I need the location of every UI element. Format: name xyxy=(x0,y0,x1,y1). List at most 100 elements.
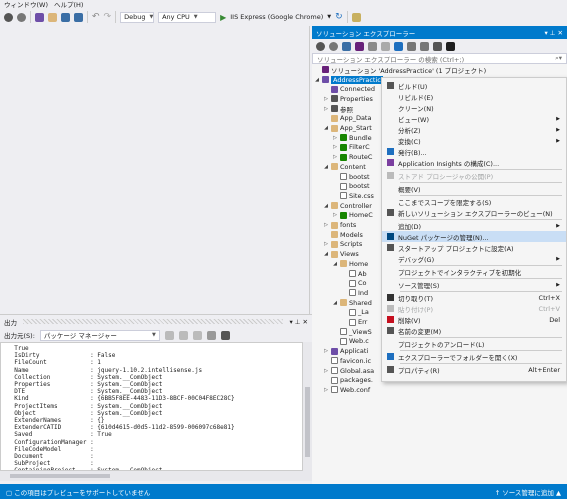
sync-icon[interactable] xyxy=(381,41,390,51)
properties-icon[interactable] xyxy=(433,41,442,51)
tree-item[interactable]: ▷ Bundle xyxy=(332,133,372,143)
new-project-icon[interactable] xyxy=(35,12,44,22)
context-menu-item[interactable]: NuGet パッケージの管理(N)... xyxy=(382,231,566,242)
refresh-icon[interactable]: ↻ xyxy=(335,12,343,22)
pending-changes-icon[interactable] xyxy=(368,41,377,51)
context-menu-item[interactable]: デバッグ(G) ▶ xyxy=(382,253,566,264)
tree-item[interactable]: Ab xyxy=(341,269,367,279)
context-menu-item[interactable]: 概要(V) xyxy=(382,183,566,194)
context-menu-item[interactable]: ストアド プロシージャの公開(P) xyxy=(382,170,566,181)
collapse-arrow-icon[interactable]: ◢ xyxy=(323,164,329,170)
tree-item[interactable]: Err xyxy=(341,317,367,327)
scroll-thumb[interactable] xyxy=(305,387,310,457)
pin-icon[interactable]: ⊥ xyxy=(295,318,301,326)
tree-item[interactable]: ▷ HomeC xyxy=(332,211,373,221)
tree-item[interactable]: ▷ Global.asa xyxy=(323,366,374,376)
save-all-icon[interactable] xyxy=(74,12,83,22)
tree-item[interactable]: App_Data xyxy=(323,114,371,124)
tree-item[interactable]: packages. xyxy=(323,375,373,385)
context-menu-item[interactable]: 名前の変更(M) xyxy=(382,325,566,336)
tree-item[interactable]: ▷ RouteC xyxy=(332,152,372,162)
context-menu-item[interactable]: エクスプローラーでフォルダーを開く(X) xyxy=(382,351,566,362)
expand-arrow-icon[interactable]: ▷ xyxy=(332,154,338,160)
back-icon[interactable] xyxy=(316,41,325,51)
context-menu-item[interactable]: 追加(D) ▶ xyxy=(382,220,566,231)
collapse-arrow-icon[interactable]: ◢ xyxy=(323,125,329,131)
expand-arrow-icon[interactable]: ▷ xyxy=(332,212,338,218)
context-menu-item[interactable]: 分析(Z) ▶ xyxy=(382,124,566,135)
collapse-arrow-icon[interactable]: ◢ xyxy=(323,203,329,209)
tree-item[interactable]: ▷ Properties xyxy=(323,94,373,104)
context-menu-item[interactable]: 貼り付け(P) Ctrl+V xyxy=(382,303,566,314)
context-menu-item[interactable]: 発行(B)... xyxy=(382,146,566,157)
expand-arrow-icon[interactable]: ▷ xyxy=(323,96,329,102)
tree-item[interactable]: ソリューション 'AddressPractice' (1 プロジェクト) xyxy=(314,65,486,75)
output-source-dropdown[interactable]: パッケージ マネージャー ▼ xyxy=(39,329,160,341)
collapse-arrow-icon[interactable]: ◢ xyxy=(332,300,338,306)
context-menu-item[interactable]: 変換(C) ▶ xyxy=(382,135,566,146)
expand-arrow-icon[interactable]: ▷ xyxy=(332,144,338,150)
tree-item[interactable]: ▷ FilterC xyxy=(332,143,370,153)
tree-item[interactable]: ◢ Content xyxy=(323,162,366,172)
tree-item[interactable]: ◢ Controller xyxy=(323,201,372,211)
dropdown-icon[interactable]: ▾ xyxy=(544,29,547,37)
tree-item[interactable]: ▷ 参照 xyxy=(323,104,353,114)
pin-icon[interactable]: ⊥ xyxy=(550,29,556,37)
redo-icon[interactable]: ↷ xyxy=(104,12,112,22)
context-menu-item[interactable]: ここまでスコープを限定する(S) xyxy=(382,196,566,207)
tree-item[interactable]: ▷ Applicati xyxy=(323,346,368,356)
find-message-icon[interactable] xyxy=(164,330,174,340)
tree-item[interactable]: Site.css xyxy=(332,191,374,201)
tree-item[interactable]: ◢ Views xyxy=(323,249,359,259)
platform-dropdown[interactable]: Any CPU ▼ xyxy=(158,11,217,23)
context-menu-item[interactable]: ソース管理(S) ▶ xyxy=(382,279,566,290)
tree-item[interactable]: Connected xyxy=(323,84,375,94)
forward-icon[interactable] xyxy=(17,12,26,22)
expand-arrow-icon[interactable]: ▷ xyxy=(323,106,329,112)
context-menu-item[interactable]: リビルド(E) xyxy=(382,91,566,102)
tree-item[interactable]: ▷ Web.conf xyxy=(323,385,370,395)
config-dropdown[interactable]: Debug ▼ xyxy=(120,11,155,23)
dropdown-icon[interactable]: ▾ xyxy=(289,318,292,326)
tree-item[interactable]: ◢ Shared xyxy=(332,298,372,308)
run-target-label[interactable]: IIS Express (Google Chrome) xyxy=(230,13,323,21)
clear-all-icon[interactable] xyxy=(206,330,216,340)
output-vertical-scrollbar[interactable] xyxy=(303,342,312,471)
back-icon[interactable] xyxy=(4,12,13,22)
tree-item[interactable]: Web.c xyxy=(332,337,369,347)
context-menu-item[interactable]: スタートアップ プロジェクトに設定(A) xyxy=(382,242,566,253)
tree-item[interactable]: Co xyxy=(341,278,367,288)
output-horizontal-scrollbar[interactable] xyxy=(0,471,312,481)
tree-item[interactable]: ◢ AddressPractic xyxy=(314,75,383,85)
next-message-icon[interactable] xyxy=(192,330,202,340)
forward-icon[interactable] xyxy=(329,41,338,51)
tree-item[interactable]: ◢ Home xyxy=(332,259,368,269)
scroll-thumb[interactable] xyxy=(10,474,110,478)
output-text[interactable]: True IsDirty : False FileCount : 1 Name … xyxy=(0,342,303,471)
context-menu-item[interactable]: 新しいソリューション エクスプローラーのビュー(N) xyxy=(382,207,566,218)
undo-icon[interactable]: ↶ xyxy=(92,12,100,22)
expand-arrow-icon[interactable]: ▷ xyxy=(323,348,329,354)
tree-item[interactable]: _ViewS xyxy=(332,327,372,337)
prev-message-icon[interactable] xyxy=(178,330,188,340)
save-icon[interactable] xyxy=(61,12,70,22)
context-menu-item[interactable]: プロパティ(R) Alt+Enter xyxy=(382,364,566,375)
chevron-down-icon[interactable]: ▼ xyxy=(327,14,331,20)
expand-arrow-icon[interactable]: ▷ xyxy=(323,368,329,374)
context-menu-item[interactable]: ビュー(W) ▶ xyxy=(382,113,566,124)
collapse-all-icon[interactable] xyxy=(407,41,416,51)
title-grip[interactable] xyxy=(23,319,284,324)
switch-views-icon[interactable] xyxy=(355,41,364,51)
add-to-source-control[interactable]: ↑ ソース管理に追加 ▲ xyxy=(495,487,561,497)
expand-arrow-icon[interactable]: ▷ xyxy=(323,222,329,228)
context-menu-item[interactable]: クリーン(N) xyxy=(382,102,566,113)
context-menu-item[interactable]: プロジェクトのアンロード(L) xyxy=(382,338,566,349)
context-menu-item[interactable]: プロジェクトでインタラクティブを初期化 xyxy=(382,266,566,277)
solution-explorer-search[interactable]: ソリューション エクスプローラー の検索 (Ctrl+;) ⌕▾ xyxy=(312,53,567,64)
word-wrap-icon[interactable] xyxy=(220,330,230,340)
expand-arrow-icon[interactable]: ▷ xyxy=(323,387,329,393)
search-icon[interactable]: ⌕▾ xyxy=(555,54,562,63)
close-icon[interactable]: ✕ xyxy=(558,29,563,37)
home-icon[interactable] xyxy=(342,41,351,51)
open-folder-icon[interactable] xyxy=(48,12,57,22)
